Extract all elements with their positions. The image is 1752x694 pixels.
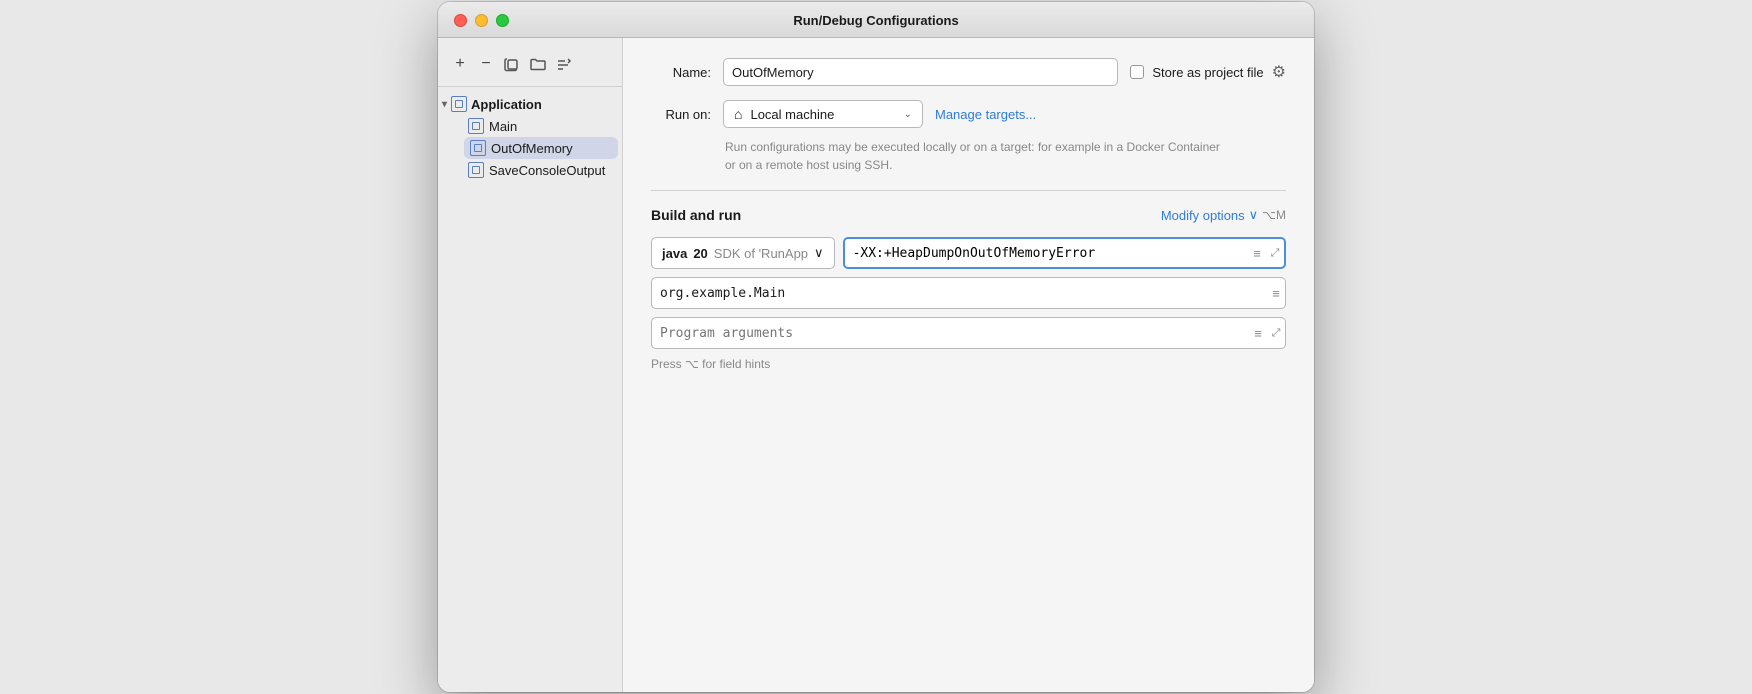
modify-shortcut: ⌥M: [1262, 208, 1286, 222]
modify-options-label: Modify options: [1161, 208, 1245, 223]
vm-options-expand-icon[interactable]: ≡: [1248, 244, 1266, 262]
run-on-hint: Run configurations may be executed local…: [725, 138, 1225, 174]
store-project-checkbox[interactable]: [1130, 65, 1144, 79]
section-header: Build and run Modify options ∨ ⌥M: [651, 207, 1286, 223]
app-icon-main: [468, 118, 484, 134]
main-class-input[interactable]: [652, 278, 1267, 308]
folder-icon: [530, 56, 546, 72]
window-title: Run/Debug Configurations: [793, 13, 958, 28]
sdk-label: java: [662, 246, 687, 261]
dropdown-arrow-icon: ⌄: [904, 109, 912, 120]
main-class-wrapper: ≡: [651, 277, 1286, 309]
field-hint: Press ⌥ for field hints: [651, 357, 1286, 371]
store-project-label: Store as project file: [1152, 65, 1263, 80]
add-config-button[interactable]: +: [448, 52, 472, 76]
app-icon-save: [468, 162, 484, 178]
sidebar-item-label-main: Main: [489, 119, 517, 134]
group-label: Application: [471, 97, 542, 112]
sidebar-group-application[interactable]: ▾ Application: [438, 93, 622, 115]
store-project-container: Store as project file ⚙: [1130, 62, 1286, 82]
sidebar-item-main[interactable]: Main: [460, 115, 622, 137]
sdk-version: 20: [693, 246, 707, 261]
vm-options-fullscreen-icon[interactable]: ⤢: [1266, 244, 1284, 262]
move-to-folder-button[interactable]: [526, 52, 550, 76]
run-on-row: Run on: ⌂ Local machine ⌄ Manage targets…: [651, 100, 1286, 128]
vm-options-wrapper: ≡ ⤢: [843, 237, 1286, 269]
modify-options-button[interactable]: Modify options ∨ ⌥M: [1161, 207, 1286, 223]
run-on-dropdown[interactable]: ⌂ Local machine ⌄: [723, 100, 923, 128]
sdk-dropdown-arrow-icon: ∨: [814, 245, 824, 261]
sidebar-item-saveconsole[interactable]: SaveConsoleOutput: [460, 159, 622, 181]
name-input[interactable]: [723, 58, 1118, 86]
main-class-browse-icon[interactable]: ≡: [1267, 284, 1285, 302]
section-title: Build and run: [651, 207, 741, 223]
content-pane: Name: Store as project file ⚙ Run on: ⌂ …: [623, 38, 1314, 692]
sidebar-toolbar: + −: [438, 48, 622, 87]
app-icon: [451, 96, 467, 112]
main-layout: + −: [438, 38, 1314, 692]
house-icon: ⌂: [734, 106, 742, 122]
program-args-wrapper: ≡ ⤢: [651, 317, 1286, 349]
sidebar-children: Main OutOfMemory SaveConsoleOutput: [438, 115, 622, 181]
chevron-down-icon: ▾: [442, 99, 447, 110]
maximize-button[interactable]: [496, 14, 509, 27]
sdk-rest: SDK of 'RunApp: [714, 246, 808, 261]
sort-button[interactable]: [552, 52, 576, 76]
name-row: Name: Store as project file ⚙: [651, 58, 1286, 86]
gear-icon[interactable]: ⚙: [1272, 62, 1286, 82]
app-icon-oom: [470, 140, 486, 156]
manage-targets-link[interactable]: Manage targets...: [935, 107, 1036, 122]
minimize-button[interactable]: [475, 14, 488, 27]
titlebar: Run/Debug Configurations: [438, 2, 1314, 38]
sdk-dropdown[interactable]: java 20 SDK of 'RunApp ∨: [651, 237, 835, 269]
copy-icon: [504, 56, 520, 72]
run-on-value: Local machine: [750, 107, 834, 122]
sidebar-item-outofmemory[interactable]: OutOfMemory: [464, 137, 618, 159]
sidebar: + −: [438, 38, 623, 692]
vm-options-input[interactable]: [845, 239, 1248, 267]
modify-options-arrow: ∨: [1249, 207, 1259, 223]
sdk-vm-row: java 20 SDK of 'RunApp ∨ ≡ ⤢: [651, 237, 1286, 269]
sidebar-item-label-oom: OutOfMemory: [491, 141, 573, 156]
run-on-label: Run on:: [651, 107, 711, 122]
program-args-row: ≡ ⤢: [651, 317, 1286, 349]
program-args-input[interactable]: [652, 318, 1249, 348]
close-button[interactable]: [454, 14, 467, 27]
divider: [651, 190, 1286, 191]
sidebar-item-label-save: SaveConsoleOutput: [489, 163, 605, 178]
traffic-lights: [454, 14, 509, 27]
sort-icon: [556, 56, 572, 72]
program-args-browse-icon[interactable]: ≡: [1249, 324, 1267, 342]
copy-config-button[interactable]: [500, 52, 524, 76]
window: Run/Debug Configurations + −: [438, 2, 1314, 692]
name-label: Name:: [651, 65, 711, 80]
remove-config-button[interactable]: −: [474, 52, 498, 76]
main-class-row: ≡: [651, 277, 1286, 309]
program-args-expand-icon[interactable]: ⤢: [1267, 324, 1285, 342]
